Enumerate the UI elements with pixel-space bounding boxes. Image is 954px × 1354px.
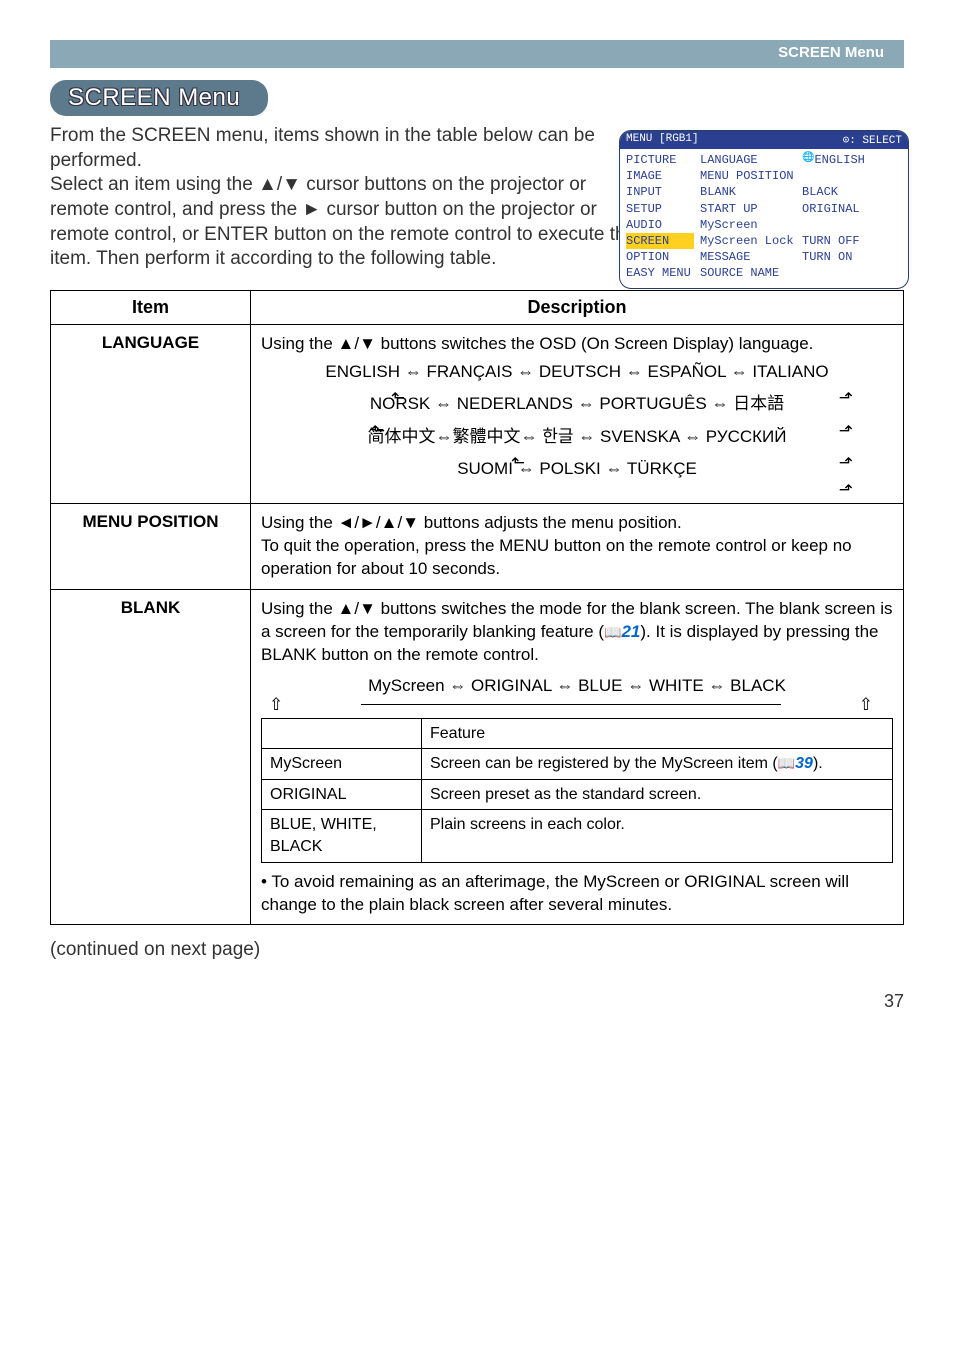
osd-left-item: PICTURE <box>626 152 694 168</box>
blank-inner-table: Feature MyScreen Screen can be registere… <box>261 718 893 863</box>
page-title-badge: SCREEN Menu <box>50 80 268 116</box>
desc-menu-position: Using the ◄/►/▲/▼ buttons adjusts the me… <box>251 504 904 590</box>
osd-right-label: SOURCE NAME <box>700 265 802 281</box>
osd-right-row: MESSAGETURN ON <box>700 249 902 265</box>
cycle-arrow-icon: ⬑ <box>511 447 525 479</box>
osd-right-row: MyScreen <box>700 217 902 233</box>
osd-right-value: TURN ON <box>802 249 852 265</box>
language-cycle-2: NORSK ⇔ NEDERLANDS ⇔ PORTUGUÊS ⇔ 日本語 <box>370 394 784 413</box>
desc-language: Using the ▲/▼ buttons switches the OSD (… <box>251 325 904 504</box>
blank-cycle: MyScreen ⇔ ORIGINAL ⇔ BLUE ⇔ WHITE ⇔ BLA… <box>261 675 893 698</box>
inner-v-myscreen: Screen can be registered by the MyScreen… <box>422 749 893 780</box>
osd-left-item: INPUT <box>626 184 694 200</box>
item-menu-position: MENU POSITION <box>51 504 251 590</box>
row-language: LANGUAGE Using the ▲/▼ buttons switches … <box>51 325 904 504</box>
inner-empty-cell <box>262 718 422 749</box>
inner-row-colors: BLUE, WHITE, BLACK Plain screens in each… <box>262 810 893 862</box>
osd-right-value: ORIGINAL <box>802 201 860 217</box>
osd-left-item: SCREEN <box>626 233 694 249</box>
osd-right-row: START UPORIGINAL <box>700 201 902 217</box>
header-section-label: SCREEN Menu <box>778 44 884 61</box>
osd-right-label: MyScreen Lock <box>700 233 802 249</box>
osd-preview-header: MENU [RGB1] ⊙: SELECT <box>620 131 908 149</box>
osd-left-item: SETUP <box>626 201 694 217</box>
cycle-line <box>361 704 781 712</box>
cycle-arrow-icon: ⬑ <box>391 382 405 414</box>
blank-paragraph: Using the ▲/▼ buttons switches the mode … <box>261 598 893 667</box>
osd-right-row: LANGUAGE🌐 ENGLISH <box>700 152 902 168</box>
osd-right-label: MENU POSITION <box>700 168 802 184</box>
language-intro: Using the ▲/▼ buttons switches the OSD (… <box>261 333 893 356</box>
inner-k-original: ORIGINAL <box>262 779 422 810</box>
book-icon: 📖 <box>604 624 621 640</box>
blank-ref-21: 21 <box>621 622 640 641</box>
osd-left-item: EASY MENU <box>626 265 694 281</box>
osd-right-label: MESSAGE <box>700 249 802 265</box>
inner-k-colors: BLUE, WHITE, BLACK <box>262 810 422 862</box>
continued-label: (continued on next page) <box>50 939 904 961</box>
osd-right-value: TURN OFF <box>802 233 860 249</box>
col-head-item: Item <box>51 291 251 325</box>
osd-right-row: MyScreen LockTURN OFF <box>700 233 902 249</box>
osd-right-value: ENGLISH <box>814 152 864 168</box>
osd-preview: MENU [RGB1] ⊙: SELECT PICTUREIMAGEINPUTS… <box>619 130 909 289</box>
header-bar: SCREEN Menu <box>50 40 904 68</box>
inner-v-colors: Plain screens in each color. <box>422 810 893 862</box>
osd-right-row: BLANKBLACK <box>700 184 902 200</box>
osd-left-item: OPTION <box>626 249 694 265</box>
inner-row-myscreen: MyScreen Screen can be registered by the… <box>262 749 893 780</box>
cycle-arrow-icon: ⬏ <box>839 382 853 414</box>
settings-table: Item Description LANGUAGE Using the ▲/▼ … <box>50 290 904 925</box>
osd-right-label: START UP <box>700 201 802 217</box>
item-language: LANGUAGE <box>51 325 251 504</box>
blank-ref-39: 39 <box>795 755 813 772</box>
inner-head-feature: Feature <box>422 718 893 749</box>
osd-right-label: MyScreen <box>700 217 802 233</box>
book-icon: 📖 <box>778 755 795 771</box>
osd-header-left: MENU [RGB1] <box>626 133 699 147</box>
osd-right-value: BLACK <box>802 184 838 200</box>
cycle-arrow-icon: ⬏ <box>839 415 853 447</box>
inner-row-original: ORIGINAL Screen preset as the standard s… <box>262 779 893 810</box>
cycle-arrow-icon: ⬏ <box>261 485 893 495</box>
blank-note: • To avoid remaining as an afterimage, t… <box>261 871 893 917</box>
language-cycle-1: ENGLISH ⇔ FRANÇAIS ⇔ DEUTSCH ⇔ ESPAÑOL ⇔… <box>261 356 893 388</box>
inner-k-myscreen: MyScreen <box>262 749 422 780</box>
osd-left-list: PICTUREIMAGEINPUTSETUPAUDIOSCREENOPTIONE… <box>620 149 698 288</box>
osd-right-row: MENU POSITION <box>700 168 902 184</box>
intro-text: From the SCREEN menu, items shown in the… <box>50 124 640 272</box>
item-blank: BLANK <box>51 590 251 925</box>
osd-right-label: LANGUAGE <box>700 152 802 168</box>
osd-left-item: AUDIO <box>626 217 694 233</box>
cycle-arrow-up-icon: ⇧ <box>269 698 283 712</box>
cycle-arrow-up-icon: ⇧ <box>859 698 873 712</box>
cycle-arrow-icon: ⬏ <box>839 447 853 479</box>
globe-icon: 🌐 <box>802 152 814 168</box>
row-blank: BLANK Using the ▲/▼ buttons switches the… <box>51 590 904 925</box>
osd-right-label: BLANK <box>700 184 802 200</box>
cycle-arrow-icon: ⬑ <box>371 415 385 447</box>
page-number: 37 <box>50 991 904 1012</box>
language-cycle-3: 简体中文⇔繁體中文⇔ 한글 ⇔ SVENSKA ⇔ РУССКИЙ <box>368 427 787 446</box>
osd-header-right: ⊙: SELECT <box>843 133 902 147</box>
row-menu-position: MENU POSITION Using the ◄/►/▲/▼ buttons … <box>51 504 904 590</box>
col-head-desc: Description <box>251 291 904 325</box>
inner-v-original: Screen preset as the standard screen. <box>422 779 893 810</box>
language-cycle-4: SUOMI ⇔ POLSKI ⇔ TÜRKÇE <box>457 459 697 478</box>
osd-left-item: IMAGE <box>626 168 694 184</box>
osd-right-row: SOURCE NAME <box>700 265 902 281</box>
desc-blank: Using the ▲/▼ buttons switches the mode … <box>251 590 904 925</box>
osd-right-list: LANGUAGE🌐 ENGLISHMENU POSITIONBLANKBLACK… <box>698 149 908 288</box>
